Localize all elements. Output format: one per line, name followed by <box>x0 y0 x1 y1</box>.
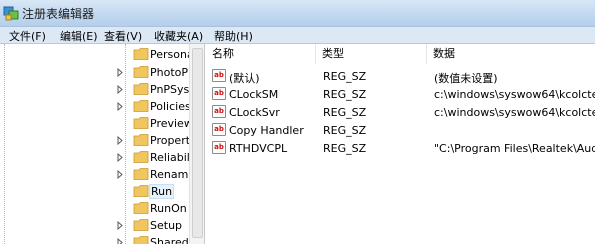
tree-item[interactable]: Reliabil <box>0 149 190 166</box>
tree-item-label: Setup <box>150 219 183 232</box>
tree-scrollbar[interactable] <box>189 44 205 244</box>
list-header: 名称 类型 数据 <box>206 44 595 64</box>
tree-item[interactable]: Policies <box>0 98 191 115</box>
folder-icon <box>133 48 149 60</box>
tree-item-label: RunOn <box>150 202 187 215</box>
menu-help[interactable]: 帮助(H) <box>214 28 253 44</box>
tree-item[interactable]: PhotoP <box>0 64 190 81</box>
menu-bar: 文件(F) 编辑(E) 查看(V) 收藏夹(A) 帮助(H) <box>0 27 595 44</box>
expand-arrow-icon[interactable] <box>117 221 124 230</box>
folder-icon <box>133 83 149 95</box>
regedit-icon <box>3 6 19 21</box>
list-row[interactable]: ab RTHDVCPL REG_SZ "C:\Program Files\Rea… <box>206 139 595 157</box>
value-data: c:\windows\syswow64\kcolcte <box>434 106 595 119</box>
string-value-icon: ab <box>212 69 226 82</box>
tree-item[interactable]: Persona <box>0 46 194 63</box>
string-value-icon: ab <box>212 105 226 118</box>
tree-item[interactable]: Renam <box>0 166 190 183</box>
column-header-name[interactable]: 名称 <box>206 44 316 64</box>
tree-item-label-selected: Run <box>149 184 175 199</box>
tree-item-label: SharedI <box>150 236 192 244</box>
tree-item-label: Propert <box>150 134 191 147</box>
string-value-icon: ab <box>212 141 226 154</box>
tree-scrollbar-thumb[interactable] <box>192 48 203 238</box>
tree-item[interactable]: Setup <box>0 217 190 234</box>
tree-item-run[interactable]: Run <box>0 183 190 200</box>
expand-arrow-icon[interactable] <box>117 102 124 111</box>
folder-icon <box>133 202 149 214</box>
expand-arrow-icon[interactable] <box>117 85 124 94</box>
expand-arrow-icon[interactable] <box>117 136 124 145</box>
value-name: RTHDVCPL <box>229 142 288 155</box>
value-type: REG_SZ <box>323 124 367 137</box>
value-data: c:\windows\syswow64\kcolcte <box>434 88 595 101</box>
tree-item[interactable]: RunOn <box>0 200 190 217</box>
expand-arrow-icon[interactable] <box>117 170 124 179</box>
folder-icon <box>133 219 149 231</box>
value-type: REG_SZ <box>323 106 367 119</box>
tree-item-label: Persona <box>150 48 194 61</box>
folder-icon <box>133 185 149 197</box>
tree-item-label: PnPSys <box>150 83 190 96</box>
tree-item[interactable]: Preview <box>0 115 193 132</box>
column-header-data[interactable]: 数据 <box>427 44 595 64</box>
list-row[interactable]: ab CLockSM REG_SZ c:\windows\syswow64\kc… <box>206 85 595 103</box>
key-tree-pane[interactable]: Persona PhotoP PnPSys Policies Preview P… <box>0 44 205 244</box>
expand-arrow-icon[interactable] <box>117 153 124 162</box>
value-type: REG_SZ <box>323 142 367 155</box>
tree-item-label: Policies <box>150 100 191 113</box>
tree-item[interactable]: Propert <box>0 132 190 149</box>
value-name: Copy Handler <box>229 124 304 137</box>
menu-favorites[interactable]: 收藏夹(A) <box>154 28 203 44</box>
value-data: "C:\Program Files\Realtek\Aud <box>434 142 595 155</box>
string-value-icon: ab <box>212 87 226 100</box>
folder-icon <box>133 168 149 180</box>
menu-view[interactable]: 查看(V) <box>104 28 142 44</box>
menu-file[interactable]: 文件(F) <box>9 28 46 44</box>
value-data: (数值未设置) <box>434 72 498 85</box>
folder-icon <box>133 134 149 146</box>
tree-item-label: Reliabil <box>150 151 190 164</box>
values-list-pane[interactable]: 名称 类型 数据 ab (默认) REG_SZ (数值未设置) ab CLock… <box>206 44 595 244</box>
list-row[interactable]: ab CLockSvr REG_SZ c:\windows\syswow64\k… <box>206 103 595 121</box>
folder-icon <box>133 66 149 78</box>
column-header-type[interactable]: 类型 <box>316 44 427 64</box>
tree-item-label: Preview <box>150 117 193 130</box>
tree-item[interactable]: SharedI <box>0 234 192 244</box>
tree-item-label: PhotoP <box>150 66 189 79</box>
tree-item-label: Renam <box>150 168 189 181</box>
value-type: REG_SZ <box>323 70 367 83</box>
title-bar: 注册表编辑器 <box>0 0 595 27</box>
list-row[interactable]: ab (默认) REG_SZ (数值未设置) <box>206 67 595 85</box>
window-title: 注册表编辑器 <box>22 7 95 21</box>
value-name: CLockSvr <box>229 106 280 119</box>
folder-icon <box>133 117 149 129</box>
expand-arrow-icon[interactable] <box>117 68 124 77</box>
folder-icon <box>133 151 149 163</box>
expand-arrow-icon[interactable] <box>117 238 124 244</box>
value-type: REG_SZ <box>323 88 367 101</box>
menu-edit[interactable]: 编辑(E) <box>60 28 98 44</box>
value-name: CLockSM <box>229 88 279 101</box>
string-value-icon: ab <box>212 123 226 136</box>
value-name: (默认) <box>229 72 260 85</box>
tree-item[interactable]: PnPSys <box>0 81 190 98</box>
folder-icon <box>133 100 149 112</box>
folder-icon <box>133 236 149 244</box>
list-row[interactable]: ab Copy Handler REG_SZ <box>206 121 595 139</box>
